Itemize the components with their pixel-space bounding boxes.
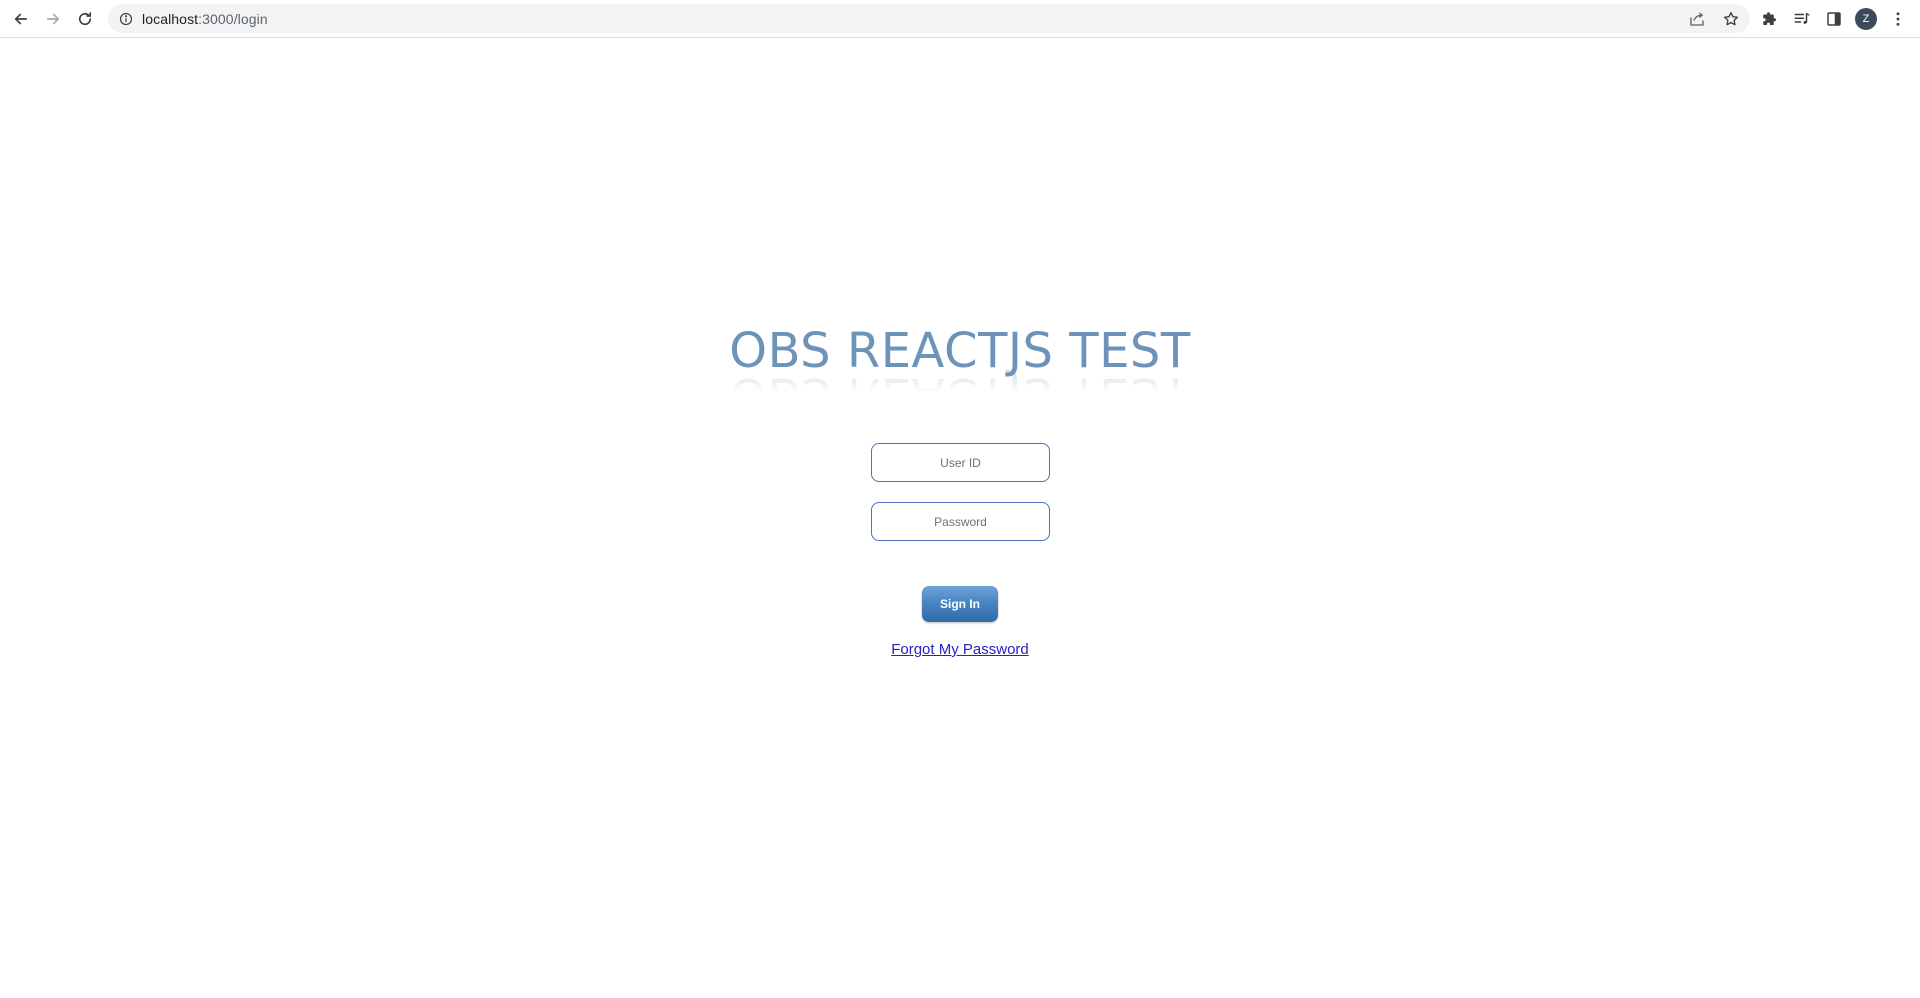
sign-in-button[interactable]: Sign In [922,586,998,622]
media-queue-icon [1794,13,1810,24]
puzzle-icon [1763,12,1776,25]
url-host: localhost [142,10,199,27]
password-input[interactable] [871,502,1050,541]
side-panel-button[interactable] [1818,3,1850,35]
arrow-right-icon [46,13,60,24]
url-text[interactable]: localhost:3000/login [142,11,268,27]
info-icon [119,12,133,25]
app-title: OBS REACTJS TEST [729,323,1191,379]
browser-menu-button[interactable] [1882,3,1914,35]
extensions-button[interactable] [1754,3,1786,35]
back-button[interactable] [5,3,37,35]
forgot-password-container: Forgot My Password [0,641,1920,658]
media-queue-button[interactable] [1786,3,1818,35]
address-bar-actions [1684,4,1744,33]
reload-icon [78,11,92,25]
arrow-left-icon [14,13,28,24]
star-icon [1723,11,1739,25]
forgot-password-link[interactable]: Forgot My Password [891,641,1029,658]
url-port-path: :3000/login [198,10,268,27]
bookmark-button[interactable] [1718,6,1744,32]
navigation-buttons [5,3,101,35]
side-panel-icon [1827,12,1841,26]
browser-toolbar: localhost:3000/login Z [0,0,1920,38]
toolbar-right-group: Z [1754,3,1920,35]
reload-button[interactable] [69,3,101,35]
user-id-input[interactable] [871,443,1050,482]
address-bar[interactable]: localhost:3000/login [108,4,1750,33]
site-info-button[interactable] [118,11,134,27]
share-icon [1690,11,1704,26]
share-button[interactable] [1684,6,1710,32]
forward-button[interactable] [37,3,69,35]
kebab-menu-icon [1896,12,1900,26]
profile-avatar[interactable]: Z [1855,8,1877,30]
